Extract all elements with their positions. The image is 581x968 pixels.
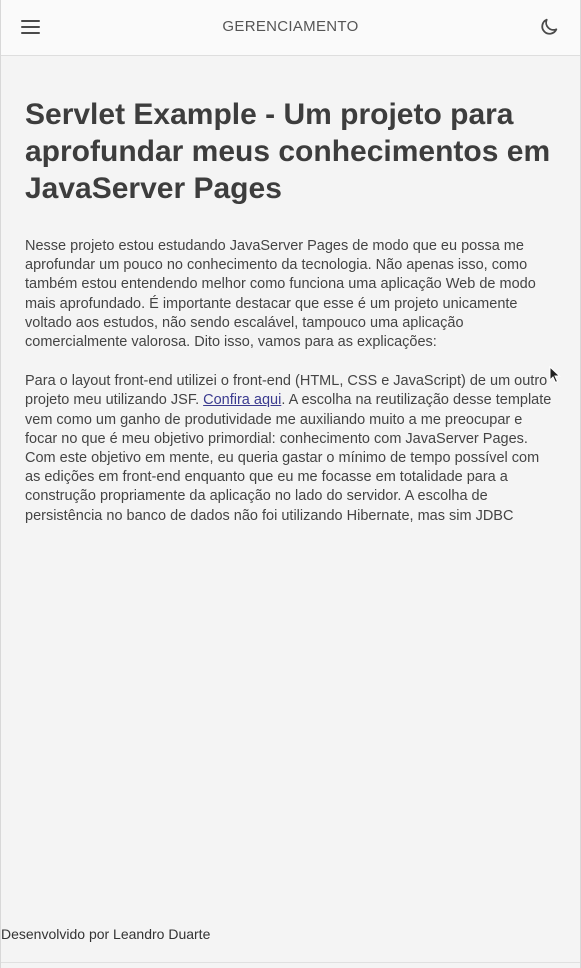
main-content: Servlet Example - Um projeto para aprofu… (25, 96, 557, 546)
page-title: Servlet Example - Um projeto para aprofu… (25, 98, 551, 205)
top-app-bar: GERENCIAMENTO (1, 0, 580, 56)
intro-paragraph: Nesse projeto estou estudando JavaServer… (25, 238, 536, 351)
app-title: GERENCIAMENTO (222, 18, 359, 35)
layout-paragraph: Para o layout front-end utilizei o front… (25, 372, 557, 526)
bottom-divider (1, 962, 580, 963)
footer-credit: Desenvolvido por Leandro Duarte (1, 926, 211, 942)
mouse-cursor-icon (549, 365, 561, 384)
layout-paragraph-text-end: . A escolha na reutilização desse templa… (25, 392, 552, 524)
page: GERENCIAMENTO Servlet Example - Um proje… (0, 0, 581, 968)
moon-icon[interactable] (538, 16, 560, 38)
confira-aqui-link[interactable]: Confira aqui (203, 392, 281, 408)
